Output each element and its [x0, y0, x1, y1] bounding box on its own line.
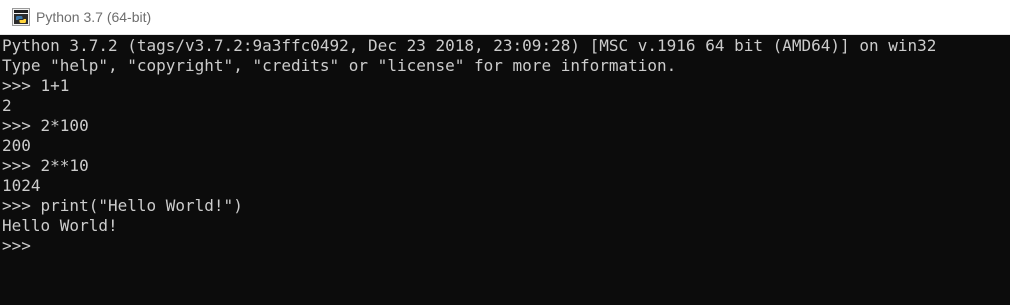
- console-input-line: >>> 2*100: [2, 116, 1010, 136]
- python-console-window: Python 3.7 (64-bit) Python 3.7.2 (tags/v…: [0, 0, 1010, 305]
- console-input-text: 2*100: [40, 116, 89, 135]
- console-input-text: 1+1: [40, 76, 70, 95]
- console-output[interactable]: Python 3.7.2 (tags/v3.7.2:9a3ffc0492, De…: [0, 35, 1010, 305]
- python-icon: [12, 8, 30, 26]
- console-input-text: print("Hello World!"): [40, 196, 243, 215]
- console-input-line: >>> print("Hello World!"): [2, 196, 1010, 216]
- console-input-line: >>> 1+1: [2, 76, 1010, 96]
- console-prompt: >>>: [2, 156, 41, 175]
- console-output-line: Python 3.7.2 (tags/v3.7.2:9a3ffc0492, De…: [2, 36, 937, 55]
- console-input-line: >>>: [2, 236, 1010, 256]
- title-bar[interactable]: Python 3.7 (64-bit): [0, 0, 1010, 35]
- console-output-line: Hello World!: [2, 216, 118, 235]
- console-input-text: 2**10: [40, 156, 89, 175]
- console-prompt: >>>: [2, 236, 41, 255]
- console-output-line: 1024: [2, 176, 41, 195]
- console-input-line: >>> 2**10: [2, 156, 1010, 176]
- window-title: Python 3.7 (64-bit): [36, 9, 152, 25]
- console-output-line: 200: [2, 136, 31, 155]
- console-prompt: >>>: [2, 76, 41, 95]
- console-output-line: Type "help", "copyright", "credits" or "…: [2, 56, 677, 75]
- console-prompt: >>>: [2, 116, 41, 135]
- console-prompt: >>>: [2, 196, 41, 215]
- console-output-line: 2: [2, 96, 12, 115]
